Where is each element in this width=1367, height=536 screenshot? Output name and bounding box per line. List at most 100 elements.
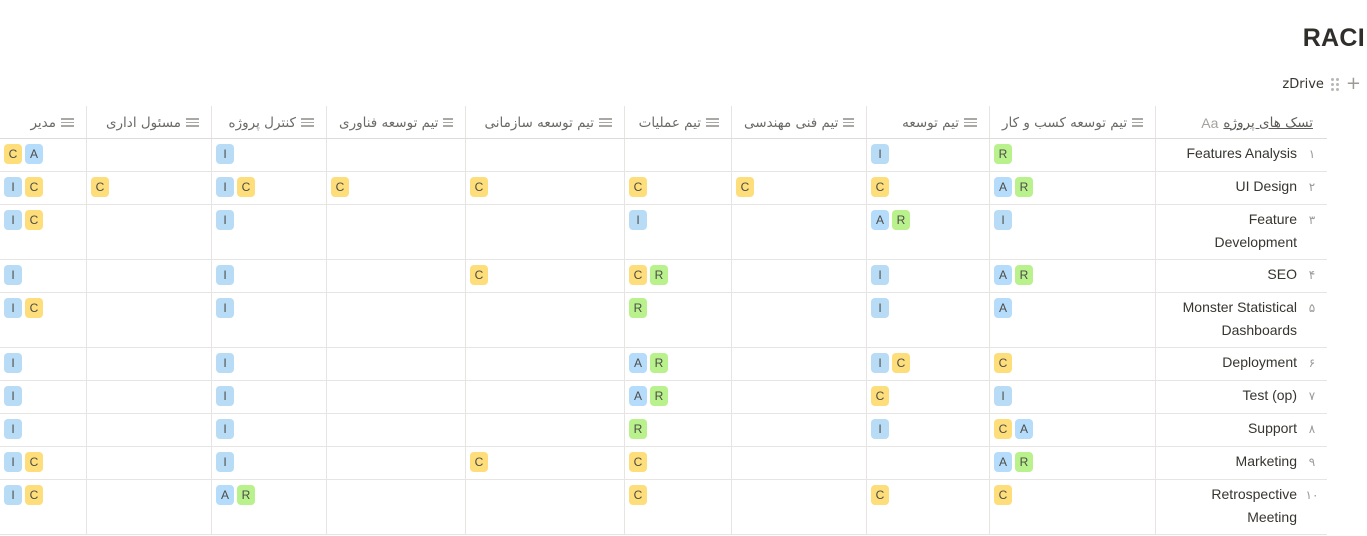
raci-cell[interactable]: I: [211, 381, 326, 413]
raci-tag-c[interactable]: C: [25, 177, 43, 197]
raci-tag-c[interactable]: C: [25, 298, 43, 318]
raci-tag-i[interactable]: I: [4, 265, 22, 285]
task-name[interactable]: Monster Statistical Dashboards: [1156, 296, 1297, 347]
raci-cell[interactable]: I: [0, 260, 86, 292]
raci-cell[interactable]: [86, 139, 211, 171]
add-view-icon[interactable]: +: [1346, 75, 1361, 93]
raci-tag-c[interactable]: C: [871, 386, 889, 406]
raci-cell[interactable]: [465, 381, 624, 413]
raci-tag-a[interactable]: A: [629, 353, 647, 373]
raci-cell[interactable]: CI: [0, 480, 86, 534]
raci-tag-a[interactable]: A: [629, 386, 647, 406]
raci-cell[interactable]: [731, 293, 866, 347]
raci-cell[interactable]: I: [211, 414, 326, 446]
raci-tag-i[interactable]: I: [871, 353, 889, 373]
raci-cell[interactable]: [731, 480, 866, 534]
raci-cell[interactable]: RA: [989, 447, 1155, 479]
raci-cell[interactable]: I: [211, 260, 326, 292]
raci-cell[interactable]: [731, 139, 866, 171]
raci-cell[interactable]: C: [624, 480, 731, 534]
raci-tag-r[interactable]: R: [1015, 177, 1033, 197]
table-row[interactable]: ۲ UI Design R A C C C C C C I C C I: [0, 172, 1327, 205]
raci-cell[interactable]: I: [0, 381, 86, 413]
raci-tag-i[interactable]: I: [4, 177, 22, 197]
raci-cell[interactable]: CI: [866, 348, 989, 380]
raci-cell[interactable]: I: [0, 348, 86, 380]
raci-tag-a[interactable]: A: [871, 210, 889, 230]
raci-tag-i[interactable]: I: [216, 353, 234, 373]
raci-tag-i[interactable]: I: [4, 386, 22, 406]
raci-cell[interactable]: [86, 348, 211, 380]
raci-tag-a[interactable]: A: [1015, 419, 1033, 439]
raci-cell[interactable]: I: [211, 447, 326, 479]
raci-tag-a[interactable]: A: [994, 265, 1012, 285]
column-header-1[interactable]: تیم توسعه کسب و کار: [989, 106, 1155, 138]
raci-cell[interactable]: CI: [0, 293, 86, 347]
raci-cell[interactable]: [731, 414, 866, 446]
table-row[interactable]: ۴ SEO R A I R C C I I: [0, 260, 1327, 293]
table-row[interactable]: ۷ Test (op) I C R A I I: [0, 381, 1327, 414]
task-cell[interactable]: ۶ Deployment: [1155, 348, 1327, 380]
raci-cell[interactable]: [326, 480, 465, 534]
task-cell[interactable]: ۱۰ Retrospective Meeting: [1155, 480, 1327, 534]
raci-tag-c[interactable]: C: [994, 485, 1012, 505]
raci-cell[interactable]: I: [866, 260, 989, 292]
raci-tag-a[interactable]: A: [994, 177, 1012, 197]
raci-tag-c[interactable]: C: [91, 177, 109, 197]
raci-tag-r[interactable]: R: [994, 144, 1012, 164]
raci-tag-a[interactable]: A: [994, 298, 1012, 318]
raci-cell[interactable]: [866, 447, 989, 479]
raci-cell[interactable]: I: [866, 293, 989, 347]
raci-cell[interactable]: RA: [211, 480, 326, 534]
raci-cell[interactable]: [326, 293, 465, 347]
raci-tag-c[interactable]: C: [629, 265, 647, 285]
raci-tag-i[interactable]: I: [216, 298, 234, 318]
column-header-9[interactable]: مدیر: [0, 106, 86, 138]
table-row[interactable]: ۳ Feature Development I R A I I C I: [0, 205, 1327, 260]
raci-cell[interactable]: [465, 348, 624, 380]
table-row[interactable]: ۵ Monster Statistical Dashboards A I R I C I: [0, 293, 1327, 348]
task-name[interactable]: Test (op): [1156, 384, 1297, 413]
raci-tag-a[interactable]: A: [216, 485, 234, 505]
raci-tag-i[interactable]: I: [4, 419, 22, 439]
raci-tag-r[interactable]: R: [650, 386, 668, 406]
task-name[interactable]: Features Analysis: [1156, 142, 1298, 171]
raci-tag-r[interactable]: R: [1015, 265, 1033, 285]
task-name[interactable]: Support: [1156, 417, 1297, 446]
raci-cell[interactable]: CI: [0, 172, 86, 204]
raci-cell[interactable]: [465, 414, 624, 446]
task-cell[interactable]: ۸ Support: [1155, 414, 1327, 446]
table-row[interactable]: ۱۰ Retrospective Meeting C C C R A C I: [0, 480, 1327, 535]
raci-tag-c[interactable]: C: [25, 485, 43, 505]
raci-cell[interactable]: A: [989, 293, 1155, 347]
column-header-4[interactable]: تیم عملیات: [624, 106, 731, 138]
raci-cell[interactable]: C: [624, 172, 731, 204]
raci-cell[interactable]: R: [624, 293, 731, 347]
column-header-6[interactable]: تیم توسعه فناوری: [326, 106, 465, 138]
task-cell[interactable]: ۳ Feature Development: [1155, 205, 1327, 259]
table-row[interactable]: ۹ Marketing R A C C I C I: [0, 447, 1327, 480]
raci-cell[interactable]: [326, 348, 465, 380]
raci-tag-c[interactable]: C: [237, 177, 255, 197]
raci-cell[interactable]: RA: [624, 381, 731, 413]
raci-cell[interactable]: [326, 205, 465, 259]
raci-cell[interactable]: CI: [0, 205, 86, 259]
raci-cell[interactable]: [86, 293, 211, 347]
raci-cell[interactable]: RA: [866, 205, 989, 259]
view-name[interactable]: zDrive: [1282, 77, 1323, 92]
task-cell[interactable]: ۹ Marketing: [1155, 447, 1327, 479]
raci-cell[interactable]: C: [731, 172, 866, 204]
raci-cell[interactable]: C: [465, 260, 624, 292]
raci-cell[interactable]: I: [211, 293, 326, 347]
raci-tag-i[interactable]: I: [994, 386, 1012, 406]
raci-tag-r[interactable]: R: [629, 419, 647, 439]
raci-tag-c[interactable]: C: [629, 452, 647, 472]
raci-tag-c[interactable]: C: [470, 265, 488, 285]
raci-cell[interactable]: [326, 139, 465, 171]
raci-tag-a[interactable]: A: [994, 452, 1012, 472]
task-cell[interactable]: ۱ Features Analysis: [1155, 139, 1327, 171]
raci-tag-i[interactable]: I: [216, 144, 234, 164]
raci-tag-r[interactable]: R: [237, 485, 255, 505]
table-row[interactable]: ۸ Support A C I R I I: [0, 414, 1327, 447]
column-header-tasks[interactable]: تسک های پروژه Aa: [1155, 106, 1327, 138]
